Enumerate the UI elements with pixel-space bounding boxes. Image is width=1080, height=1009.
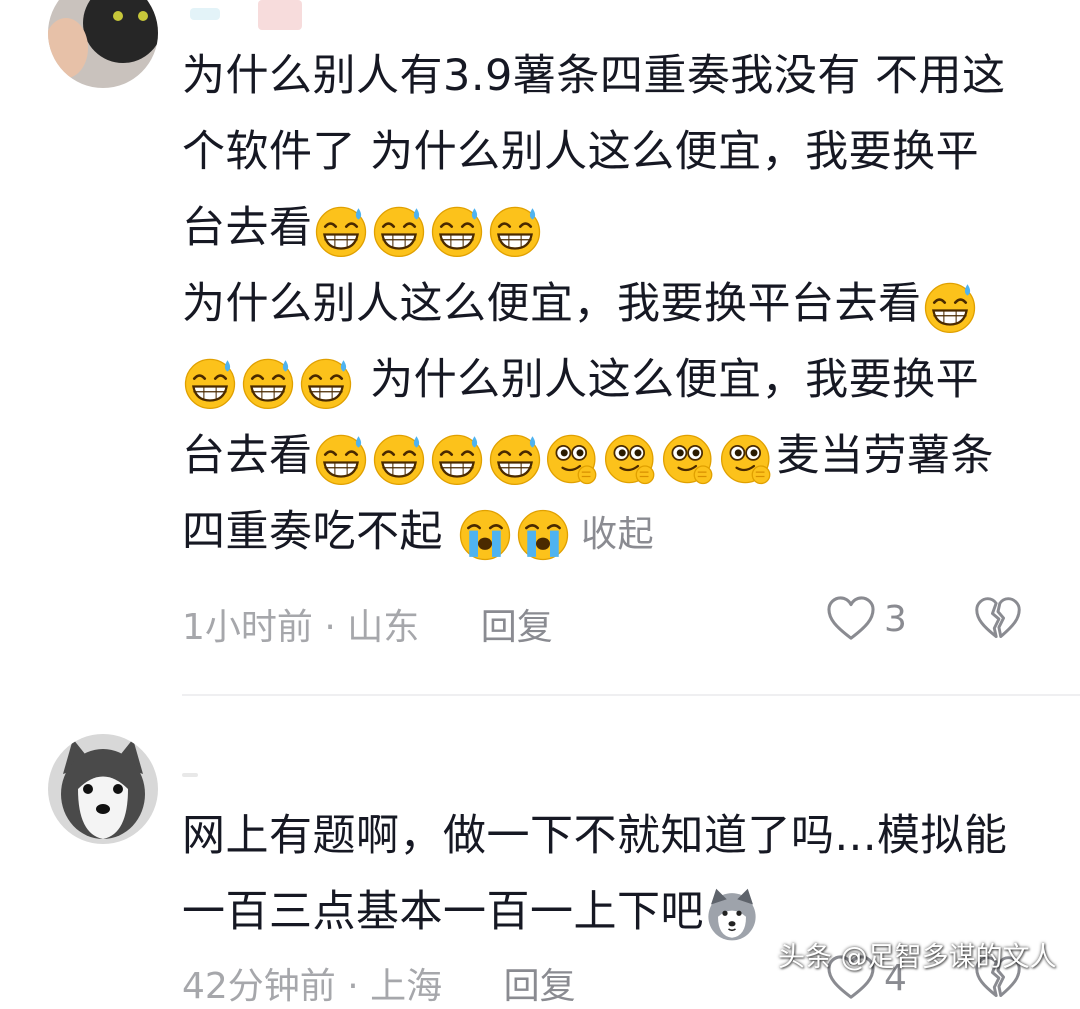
meta-separator: ·: [347, 966, 359, 1007]
grin-sweat-emoji-icon: [371, 431, 427, 487]
crying-emoji-icon: [457, 507, 513, 563]
broken-heart-icon: [974, 596, 1022, 642]
grin-sweat-emoji-icon: [313, 431, 369, 487]
heart-icon: [826, 596, 876, 642]
reply-button[interactable]: 回复: [504, 966, 576, 1007]
comment-time: 42分钟前: [182, 966, 336, 1007]
watermark: 头条 @足智多谋的文人: [778, 942, 1057, 973]
cat-avatar[interactable]: [48, 0, 158, 88]
grin-sweat-emoji-icon: [487, 431, 543, 487]
comment-divider: [182, 694, 1080, 696]
username-placeholder: [258, 0, 302, 30]
reply-button[interactable]: 回复: [481, 607, 553, 648]
husky-avatar[interactable]: [48, 734, 158, 844]
comment-location: 山东: [347, 607, 420, 648]
grin-sweat-emoji-icon: [429, 203, 485, 259]
comment-meta: 42分钟前 · 上海 回复: [182, 957, 576, 1009]
meta-separator: ·: [324, 607, 336, 648]
dislike-button[interactable]: [974, 596, 1022, 646]
grin-sweat-emoji-icon: [240, 355, 296, 411]
grin-sweat-emoji-icon: [313, 203, 369, 259]
yum-emoji-icon: [603, 431, 659, 487]
like-count: 3: [884, 598, 907, 640]
comment-meta: 1小时前 · 山东 回复: [182, 598, 553, 650]
grin-sweat-emoji-icon: [371, 203, 427, 259]
like-button[interactable]: 3: [826, 596, 907, 642]
grin-sweat-emoji-icon: [429, 431, 485, 487]
yum-emoji-icon: [661, 431, 717, 487]
comment-text: 网上有题啊，做一下不就知道了吗...模拟能 一百三点基本一百一上下吧: [182, 798, 1032, 950]
grin-sweat-emoji-icon: [922, 279, 978, 335]
username-placeholder: [182, 773, 198, 777]
yum-emoji-icon: [719, 431, 775, 487]
grin-sweat-emoji-icon: [487, 203, 543, 259]
collapse-link[interactable]: 收起: [581, 514, 654, 555]
username-placeholder: [190, 8, 220, 20]
husky-emoji-icon: [704, 887, 760, 943]
comment-text: 为什么别人有3.9薯条四重奏我没有 不用这 个软件了 为什么别人这么便宜，我要换…: [182, 38, 1032, 573]
grin-sweat-emoji-icon: [298, 355, 354, 411]
yum-emoji-icon: [545, 431, 601, 487]
crying-emoji-icon: [515, 507, 571, 563]
grin-sweat-emoji-icon: [182, 355, 238, 411]
comment-time: 1小时前: [182, 607, 313, 648]
comment-location: 上海: [370, 966, 443, 1007]
